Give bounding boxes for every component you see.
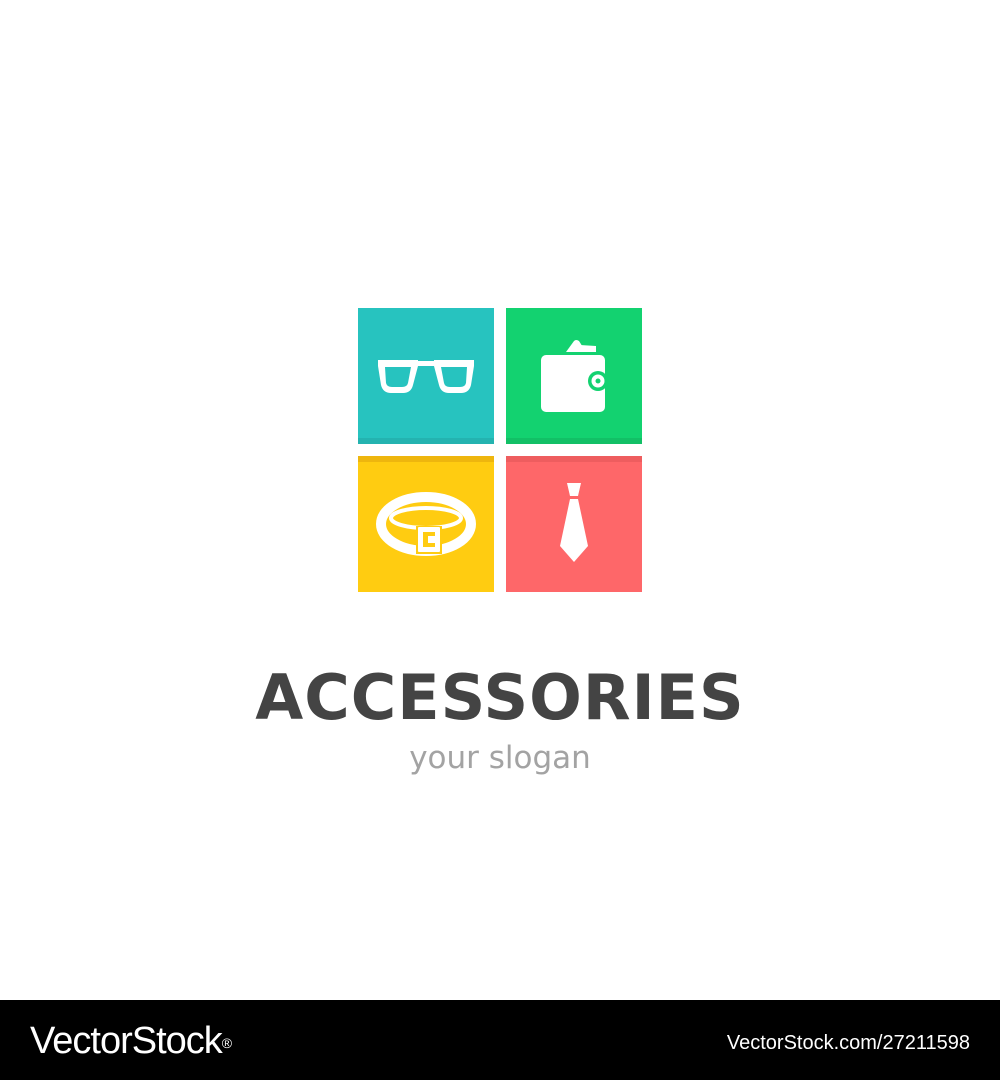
glasses-tile-shade bbox=[358, 438, 494, 444]
logo-mark bbox=[358, 308, 642, 592]
tie-tile-shade bbox=[506, 456, 642, 462]
watermark-logo-text: VectorStock bbox=[30, 1020, 223, 1062]
slogan: your slogan bbox=[409, 740, 591, 776]
watermark-bar: VectorStock® VectorStock.com/27211598 bbox=[0, 1000, 1000, 1080]
belt-tile bbox=[358, 456, 494, 592]
brand-name: ACCESSORIES bbox=[255, 661, 745, 734]
watermark-logo: VectorStock® bbox=[30, 1018, 232, 1064]
belt-tile-shade bbox=[358, 456, 494, 462]
tie-tile bbox=[506, 456, 642, 592]
wallet-tile-shade bbox=[506, 438, 642, 444]
image-id: VectorStock.com/27211598 bbox=[726, 1032, 970, 1054]
glasses-tile bbox=[358, 308, 494, 444]
registered-mark: ® bbox=[221, 1035, 232, 1051]
glasses-tile-bg bbox=[358, 308, 494, 444]
wallet-tile bbox=[506, 308, 642, 444]
